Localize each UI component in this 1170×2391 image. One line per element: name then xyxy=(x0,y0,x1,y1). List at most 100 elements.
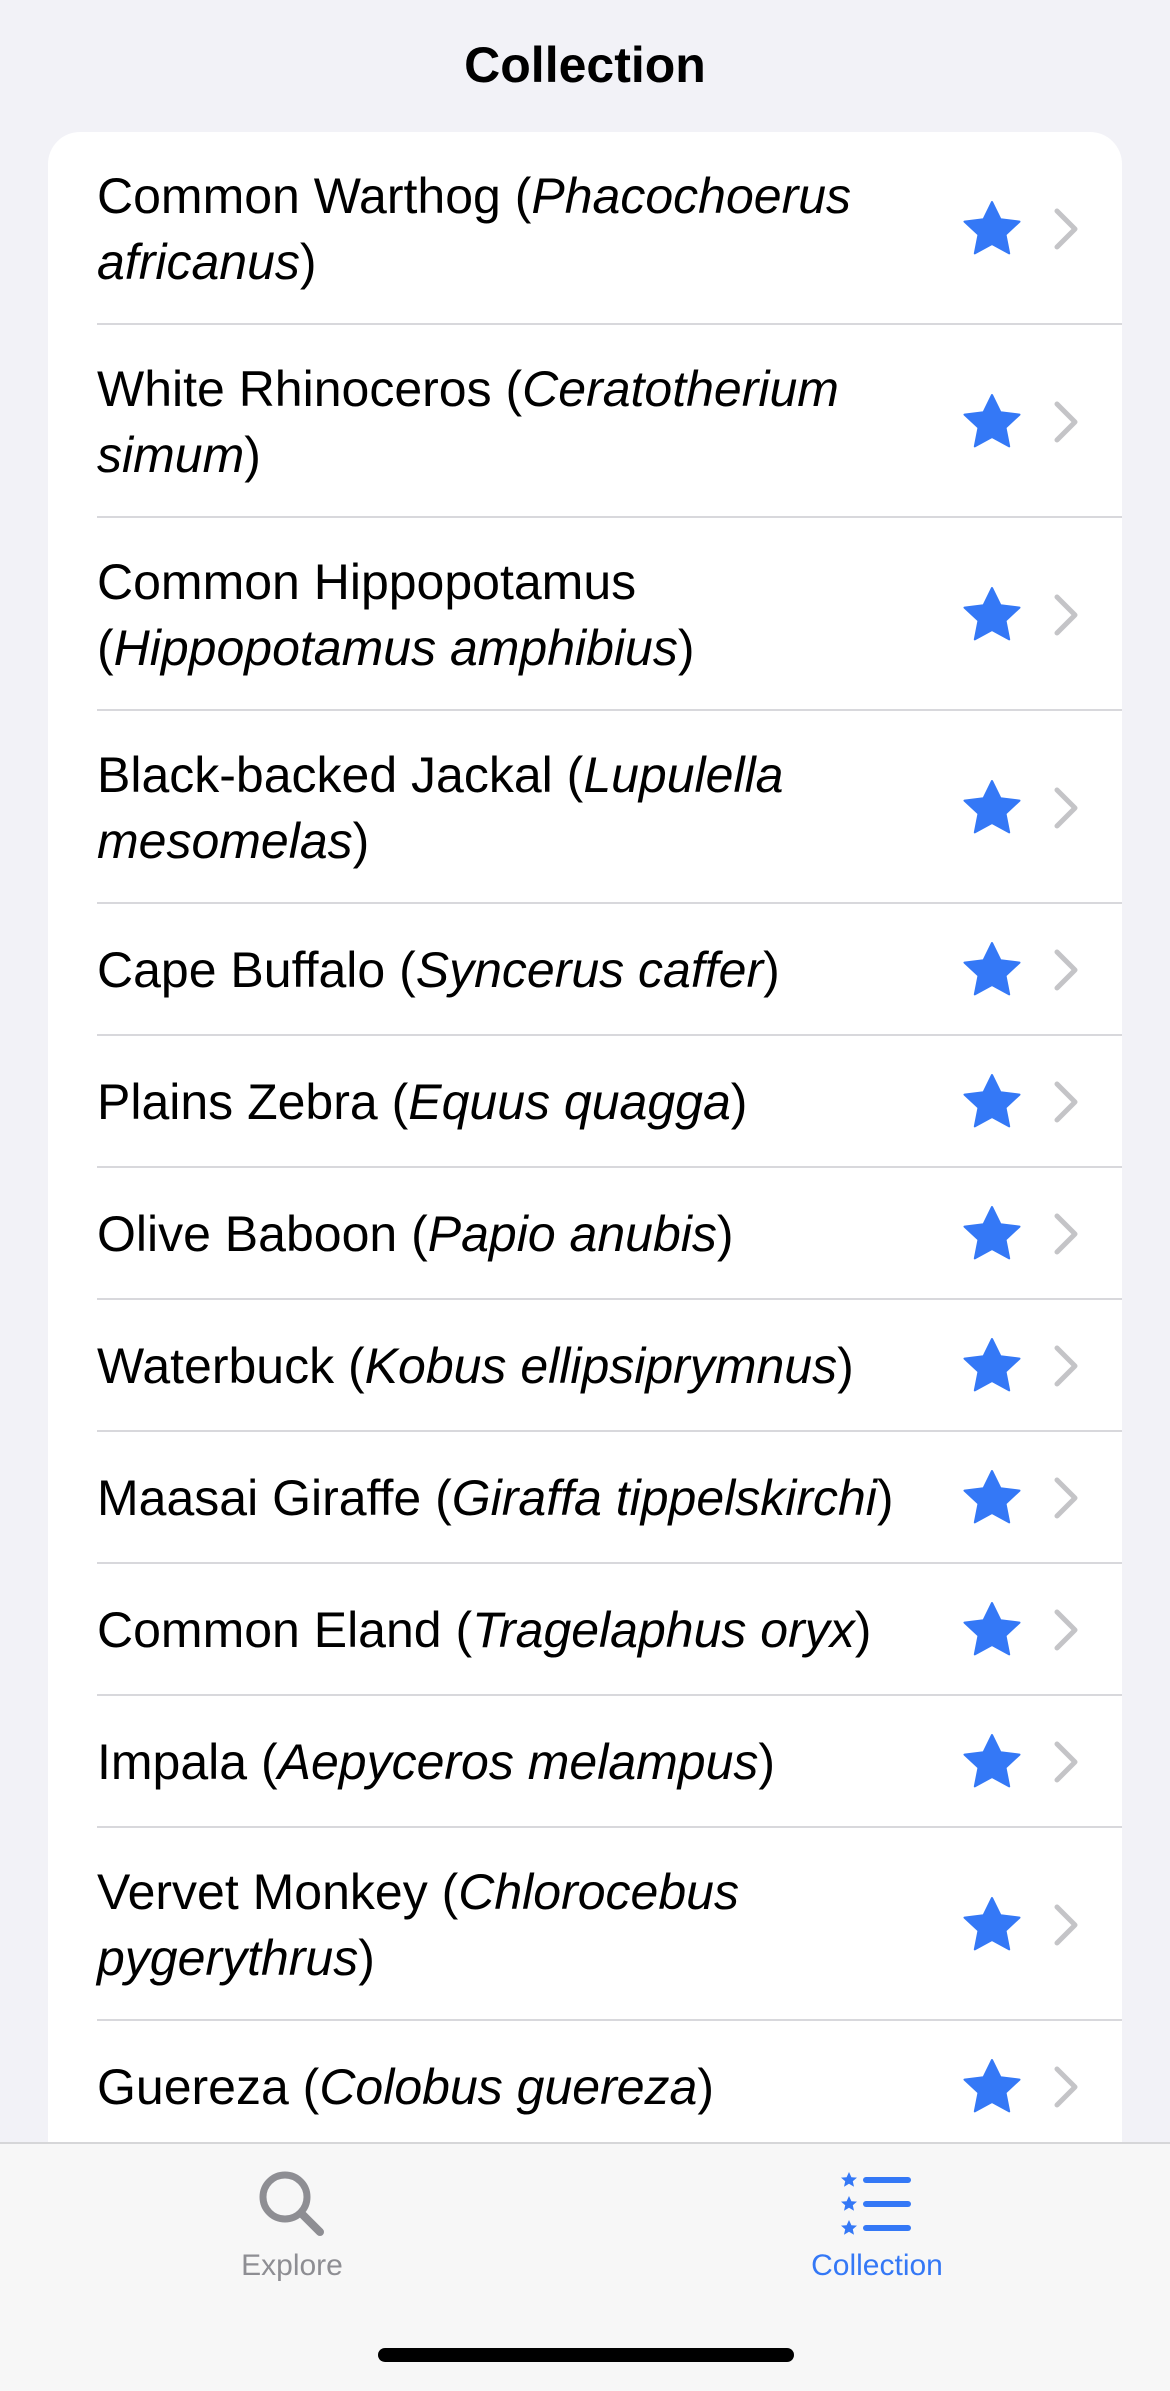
paren-open: ( xyxy=(421,1470,452,1526)
paren-open: ( xyxy=(385,942,416,998)
paren-open: ( xyxy=(397,1206,428,1262)
paren-open: ( xyxy=(491,360,523,417)
chevron-right-icon xyxy=(1054,401,1078,442)
paren-close: ) xyxy=(299,233,317,290)
common-name: Impala xyxy=(97,1734,248,1790)
paren-close: ) xyxy=(358,1929,375,1986)
animal-name: Cape Buffalo (Syncerus caffer) xyxy=(97,937,962,1003)
animal-name: Guereza (Colobus guereza) xyxy=(97,2054,962,2120)
scientific-name: Colobus guereza xyxy=(319,2059,698,2115)
list-item[interactable]: Common Eland (Tragelaphus oryx) xyxy=(48,1564,1122,1696)
scientific-name: Tragelaphus oryx xyxy=(472,1602,855,1658)
animal-name: Vervet Monkey (Chlorocebus pygerythrus) xyxy=(97,1859,962,1991)
common-name: White Rhinoceros xyxy=(97,360,492,417)
common-name: Olive Baboon xyxy=(97,1206,398,1262)
animal-name: Impala (Aepyceros melampus) xyxy=(97,1729,962,1795)
star-filled-icon[interactable] xyxy=(962,585,1022,645)
star-filled-icon[interactable] xyxy=(962,1204,1022,1264)
list-item[interactable]: Guereza (Colobus guereza) xyxy=(48,2021,1122,2142)
collection-list: Common Warthog (Phacochoerus africanus) W… xyxy=(48,132,1122,2142)
paren-open: ( xyxy=(247,1734,278,1790)
animal-name: Maasai Giraffe (Giraffa tippelskirchi) xyxy=(97,1465,962,1531)
list-item[interactable]: Cape Buffalo (Syncerus caffer) xyxy=(48,904,1122,1036)
tab-collection[interactable]: Collection xyxy=(727,2164,1027,2284)
animal-name: Olive Baboon (Papio anubis) xyxy=(97,1201,962,1267)
chevron-right-icon xyxy=(1054,1345,1078,1387)
scientific-name: Giraffa tippelskirchi xyxy=(451,1470,877,1526)
home-indicator xyxy=(378,2348,794,2362)
star-filled-icon[interactable] xyxy=(962,1468,1022,1528)
common-name: Plains Zebra xyxy=(97,1074,378,1130)
search-icon xyxy=(259,2171,324,2236)
scientific-name: Syncerus caffer xyxy=(415,942,764,998)
animal-name: Plains Zebra (Equus quagga) xyxy=(97,1069,962,1135)
common-name: Black-backed Jackal xyxy=(97,746,553,803)
animal-name: White Rhinoceros (Ceratotherium simum) xyxy=(97,356,962,488)
common-name: Cape Buffalo xyxy=(97,942,386,998)
paren-close: ) xyxy=(876,1470,894,1526)
common-name: Waterbuck xyxy=(97,1338,335,1394)
paren-close: ) xyxy=(716,1206,734,1262)
list-item[interactable]: Olive Baboon (Papio anubis) xyxy=(48,1168,1122,1300)
tab-explore[interactable]: Explore xyxy=(142,2164,442,2284)
list-item[interactable]: Vervet Monkey (Chlorocebus pygerythrus) xyxy=(48,1828,1122,2021)
animal-name: Common Warthog (Phacochoerus africanus) xyxy=(97,163,962,295)
common-name: Common Warthog xyxy=(97,167,501,224)
star-filled-icon[interactable] xyxy=(962,2057,1022,2117)
scientific-name: Papio anubis xyxy=(427,1206,717,1262)
list-item[interactable]: Plains Zebra (Equus quagga) xyxy=(48,1036,1122,1168)
list-item[interactable]: Common Hippopotamus (Hippopotamus amphib… xyxy=(48,518,1122,711)
star-filled-icon[interactable] xyxy=(962,392,1022,452)
scientific-name: Hippopotamus amphibius xyxy=(113,619,678,676)
animal-name: Common Eland (Tragelaphus oryx) xyxy=(97,1597,962,1663)
chevron-right-icon xyxy=(1054,1904,1078,1945)
paren-open: ( xyxy=(97,619,114,676)
paren-open: ( xyxy=(441,1602,473,1658)
page-title: Collection xyxy=(464,37,706,93)
chevron-right-icon xyxy=(1054,949,1078,991)
list-item[interactable]: Black-backed Jackal (Lupulella mesomelas… xyxy=(48,711,1122,904)
list-item[interactable]: White Rhinoceros (Ceratotherium simum) xyxy=(48,325,1122,518)
scientific-name: Aepyceros melampus xyxy=(277,1734,759,1790)
paren-close: ) xyxy=(697,2059,715,2115)
common-name: Maasai Giraffe xyxy=(97,1470,422,1526)
paren-open: ( xyxy=(288,2059,320,2115)
chevron-right-icon xyxy=(1054,787,1078,828)
common-name: Common Eland xyxy=(97,1602,442,1658)
animal-name: Black-backed Jackal (Lupulella mesomelas… xyxy=(97,742,962,874)
list-item[interactable]: Common Warthog (Phacochoerus africanus) xyxy=(48,132,1122,325)
star-filled-icon[interactable] xyxy=(962,1072,1022,1132)
star-filled-icon[interactable] xyxy=(962,1600,1022,1660)
chevron-right-icon xyxy=(1054,1081,1078,1123)
paren-open: ( xyxy=(377,1074,409,1130)
scientific-name: Equus quagga xyxy=(408,1074,731,1130)
chevron-right-icon xyxy=(1054,1741,1078,1783)
common-name: Vervet Monkey xyxy=(97,1863,428,1920)
paren-close: ) xyxy=(854,1602,872,1658)
star-filled-icon[interactable] xyxy=(962,199,1022,259)
chevron-right-icon xyxy=(1054,1477,1078,1519)
list-item[interactable]: Impala (Aepyceros melampus) xyxy=(48,1696,1122,1828)
star-filled-icon[interactable] xyxy=(962,1895,1022,1955)
paren-open: ( xyxy=(552,746,584,803)
paren-close: ) xyxy=(244,426,261,483)
star-filled-icon[interactable] xyxy=(962,778,1022,838)
list-item[interactable]: Waterbuck (Kobus ellipsiprymnus) xyxy=(48,1300,1122,1432)
star-filled-icon[interactable] xyxy=(962,940,1022,1000)
paren-open: ( xyxy=(427,1863,459,1920)
paren-close: ) xyxy=(730,1074,748,1130)
list-item[interactable]: Maasai Giraffe (Giraffa tippelskirchi) xyxy=(48,1432,1122,1564)
paren-close: ) xyxy=(763,942,780,998)
chevron-right-icon xyxy=(1054,208,1078,249)
scientific-name: Kobus ellipsiprymnus xyxy=(364,1338,838,1394)
common-name: Common Hippopotamus xyxy=(97,553,637,610)
chevron-right-icon xyxy=(1054,594,1078,635)
chevron-right-icon xyxy=(1054,2066,1078,2108)
tab-explore-label: Explore xyxy=(241,2249,343,2282)
paren-close: ) xyxy=(837,1338,854,1394)
star-filled-icon[interactable] xyxy=(962,1732,1022,1792)
animal-name: Common Hippopotamus (Hippopotamus amphib… xyxy=(97,549,962,681)
star-filled-icon[interactable] xyxy=(962,1336,1022,1396)
paren-open: ( xyxy=(500,167,532,224)
paren-close: ) xyxy=(352,812,370,869)
